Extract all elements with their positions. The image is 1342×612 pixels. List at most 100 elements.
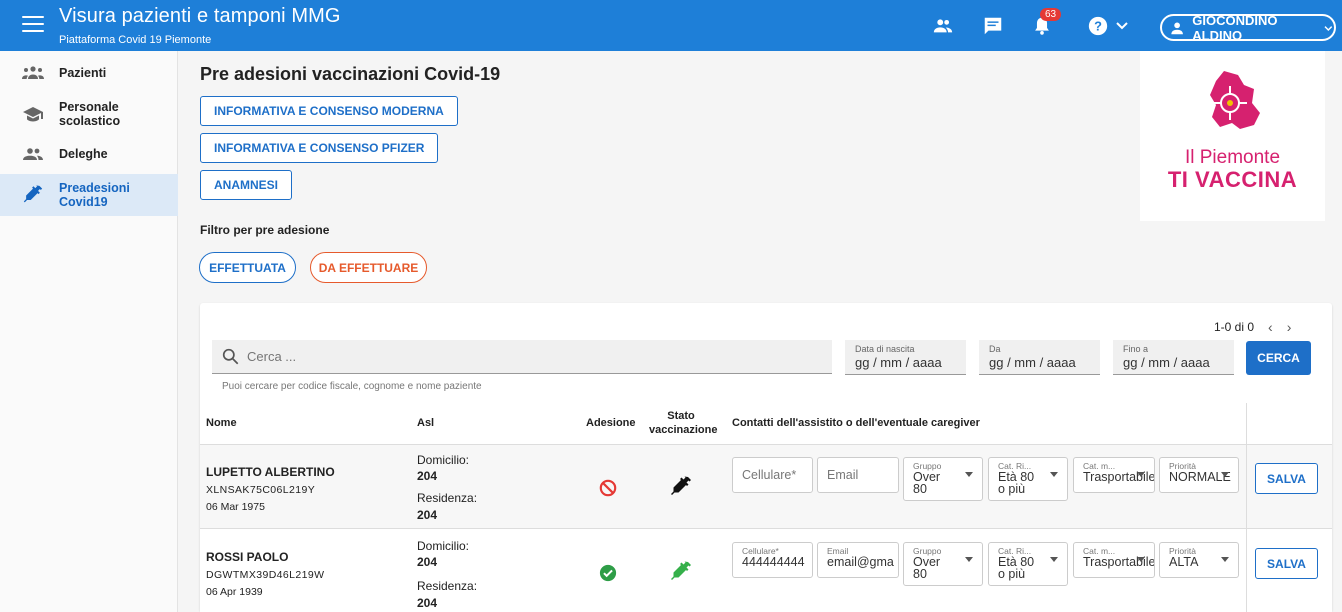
gruppo-select[interactable]: Gruppo Over 80 [903, 457, 983, 501]
birth-date-field[interactable]: Data di nascita gg / mm / aaaa [845, 340, 966, 375]
field-value: Email [827, 468, 859, 482]
priorita-select[interactable]: Priorità ALTA [1159, 542, 1239, 578]
column-header-contatti: Contatti dell'assistito o dell'eventuale… [732, 417, 980, 429]
patient-name: LUPETTO ALBERTINO [206, 465, 335, 479]
search-icon [222, 348, 239, 365]
phone-field[interactable]: Cellulare* 444444444 [732, 542, 813, 578]
column-header-stato-line2: vaccinazione [649, 424, 718, 436]
domicilio-label: Domicilio: [417, 539, 470, 553]
svg-text:?: ? [1094, 19, 1102, 34]
field-value: Over 80 [913, 555, 941, 581]
syringe-icon [671, 561, 691, 580]
residenza-value: 204 [417, 596, 438, 610]
dropdown-arrow-icon [1050, 557, 1058, 562]
sidebar-item-label: Preadesioni Covid19 [59, 181, 130, 209]
search-input[interactable] [247, 349, 807, 364]
email-field[interactable]: Email email@gma [817, 542, 899, 578]
column-header-stato[interactable]: Stato vaccinazione [649, 409, 718, 437]
date-to-field[interactable]: Fino a gg / mm / aaaa [1113, 340, 1234, 375]
domicilio-value: 204 [417, 469, 438, 483]
menu-icon[interactable] [22, 16, 44, 36]
pager: 1-0 di 0 ‹ › [1214, 319, 1291, 335]
gruppo-select[interactable]: Gruppo Over 80 [903, 542, 983, 586]
field-label: Fino a [1123, 344, 1149, 354]
next-page-icon[interactable]: › [1287, 319, 1292, 335]
app-subtitle: Piattaforma Covid 19 Piemonte [59, 34, 212, 46]
date-from-field[interactable]: Da gg / mm / aaaa [979, 340, 1100, 375]
sidebar: Pazienti Personale scolastico Deleghe Pr… [0, 51, 178, 612]
sidebar-item-personale-scolastico[interactable]: Personale scolastico [0, 99, 178, 129]
save-button[interactable]: SALVA [1255, 548, 1318, 579]
sidebar-item-label: Deleghe [59, 147, 108, 161]
domicilio-value: 204 [417, 555, 438, 569]
table-row: ROSSI PAOLO DGWTMX39D46L219W 06 Apr 1939… [200, 530, 1332, 612]
piemonte-map-icon [1210, 71, 1260, 129]
patients-table-card: 1-0 di 0 ‹ › Puoi cercare per codice fis… [200, 303, 1332, 612]
filter-da-effettuare-chip[interactable]: DA EFFETTUARE [310, 252, 427, 283]
field-value: Trasportabile [1083, 470, 1155, 484]
field-label: Data di nascita [855, 344, 915, 354]
patient-name: ROSSI PAOLO [206, 550, 289, 564]
residenza-label: Residenza: [417, 491, 478, 505]
filter-effettuata-chip[interactable]: EFFETTUATA [199, 252, 296, 283]
categoria-mobilita-select[interactable]: Cat. m... Trasportabile [1073, 457, 1155, 493]
categoria-rischio-select[interactable]: Cat. Ri... Età 80 o più [988, 542, 1068, 586]
chevron-down-icon[interactable] [1114, 17, 1130, 33]
sidebar-item-preadesioni[interactable]: Preadesioni Covid19 [0, 174, 178, 216]
sidebar-item-label: Pazienti [59, 66, 107, 80]
phone-field[interactable]: Cellulare* [732, 457, 813, 493]
page-title: Pre adesioni vaccinazioni Covid-19 [200, 64, 501, 84]
field-value: gg / mm / aaaa [1123, 355, 1210, 370]
anamnesi-button[interactable]: ANAMNESI [200, 170, 293, 200]
user-name: GIOCONDINO ALDINO [1192, 12, 1278, 43]
sidebar-item-deleghe[interactable]: Deleghe [0, 144, 178, 164]
column-header-nome[interactable]: Nome [206, 417, 237, 429]
patient-fiscal-code: XLNSAK75C06L219Y [206, 484, 316, 496]
help-icon[interactable]: ? [1087, 15, 1109, 37]
syringe-icon [671, 476, 691, 495]
field-value: Trasportabile [1083, 555, 1155, 569]
notification-badge: 63 [1040, 8, 1062, 21]
sidebar-item-pazienti[interactable]: Pazienti [0, 63, 178, 83]
field-value: email@gma [827, 555, 894, 569]
search-button[interactable]: CERCA [1246, 341, 1311, 375]
categoria-rischio-select[interactable]: Cat. Ri... Età 80 o più [988, 457, 1068, 501]
user-menu-button[interactable]: GIOCONDINO ALDINO [1160, 12, 1336, 43]
field-value: ALTA [1169, 555, 1199, 569]
dropdown-arrow-icon [1050, 472, 1058, 477]
table-row: LUPETTO ALBERTINO XLNSAK75C06L219Y 06 Ma… [200, 445, 1332, 529]
field-value: Over 80 [913, 470, 941, 496]
pager-label: 1-0 di 0 [1214, 320, 1255, 334]
chat-icon[interactable] [982, 15, 1004, 37]
informativa-pfizer-button[interactable]: INFORMATIVA E CONSENSO PFIZER [200, 133, 439, 163]
field-value: NORMALE [1169, 470, 1231, 484]
dropdown-arrow-icon [1221, 557, 1229, 562]
field-label: Da [989, 344, 1001, 354]
campaign-logo: Il Piemonte TI VACCINA [1140, 51, 1325, 221]
field-value: gg / mm / aaaa [989, 355, 1076, 370]
group-icon[interactable] [932, 15, 954, 37]
column-divider [1246, 403, 1247, 612]
search-field[interactable] [212, 340, 832, 374]
adhered-check-icon [599, 564, 617, 582]
field-value: gg / mm / aaaa [855, 355, 942, 370]
school-icon [21, 104, 45, 124]
informativa-moderna-button[interactable]: INFORMATIVA E CONSENSO MODERNA [200, 96, 458, 126]
syringe-icon [21, 185, 45, 205]
patient-birth-date: 06 Apr 1939 [206, 586, 263, 598]
residenza-label: Residenza: [417, 579, 478, 593]
column-header-adesione[interactable]: Adesione [586, 417, 636, 429]
save-button[interactable]: SALVA [1255, 463, 1318, 494]
dropdown-arrow-icon [965, 472, 973, 477]
categoria-mobilita-select[interactable]: Cat. m... Trasportabile [1073, 542, 1155, 578]
prev-page-icon[interactable]: ‹ [1268, 319, 1273, 335]
not-adhered-icon [599, 479, 617, 497]
email-field[interactable]: Email [817, 457, 899, 493]
priorita-select[interactable]: Priorità NORMALE [1159, 457, 1239, 493]
sidebar-item-label: Personale scolastico [59, 100, 121, 128]
field-value: Età 80 o più [998, 555, 1035, 581]
people-icon [21, 144, 45, 164]
dropdown-arrow-icon [1137, 557, 1145, 562]
column-header-asl[interactable]: Asl [417, 417, 434, 429]
app-header: Visura pazienti e tamponi MMG Piattaform… [0, 0, 1342, 51]
